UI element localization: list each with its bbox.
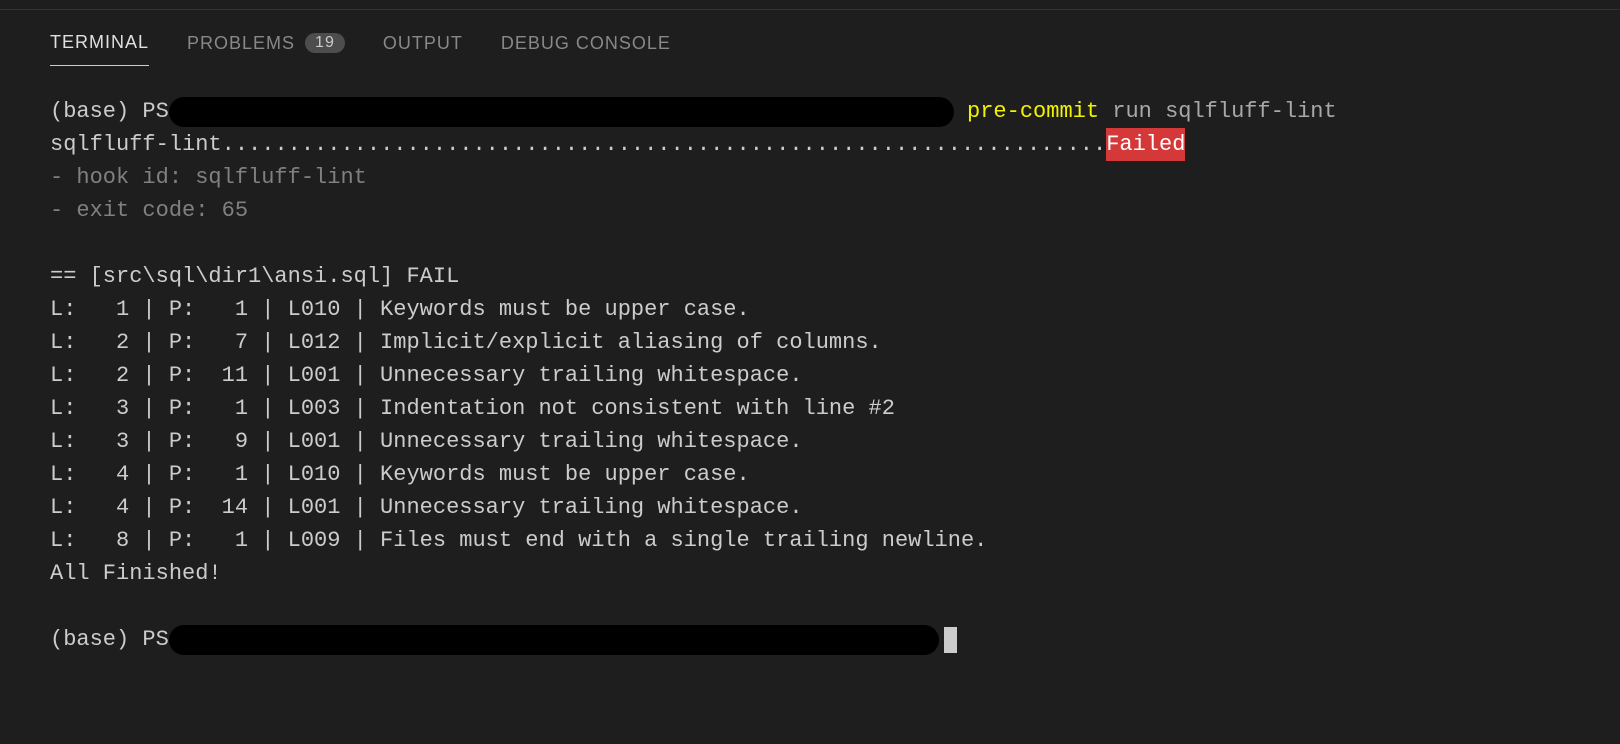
lint-error-line: L: 8 | P: 1 | L009 | Files must end with…	[50, 524, 1570, 557]
command-subcommand: run	[1099, 95, 1152, 128]
tab-problems[interactable]: PROBLEMS 19	[187, 33, 345, 66]
prompt-prefix: (base) PS	[50, 623, 169, 656]
lint-error-line: L: 2 | P: 7 | L012 | Implicit/explicit a…	[50, 326, 1570, 359]
hook-id-line: - hook id: sqlfluff-lint	[50, 161, 1570, 194]
hook-name: sqlfluff-lint	[50, 128, 222, 161]
prompt-prefix: (base) PS	[50, 95, 169, 128]
status-failed-badge: Failed	[1106, 128, 1185, 161]
panel-tabs: TERMINAL PROBLEMS 19 OUTPUT DEBUG CONSOL…	[0, 10, 1620, 70]
tab-debug-console[interactable]: DEBUG CONSOLE	[501, 33, 671, 66]
blank-line	[50, 227, 1570, 260]
finished-line: All Finished!	[50, 557, 1570, 590]
lint-error-line: L: 3 | P: 1 | L003 | Indentation not con…	[50, 392, 1570, 425]
lint-error-line: L: 1 | P: 1 | L010 | Keywords must be up…	[50, 293, 1570, 326]
blank-line	[50, 590, 1570, 623]
problems-count-badge: 19	[305, 33, 345, 53]
file-header-line: == [src\sql\dir1\ansi.sql] FAIL	[50, 260, 1570, 293]
tab-terminal[interactable]: TERMINAL	[50, 32, 149, 66]
status-dots: ........................................…	[222, 128, 1107, 161]
terminal-cursor	[944, 627, 957, 653]
command-arg: sqlfluff-lint	[1152, 95, 1337, 128]
prompt-line-2: (base) PS	[50, 623, 1570, 656]
command-executable: pre-commit	[954, 95, 1099, 128]
terminal-output[interactable]: (base) PS pre-commit run sqlfluff-lint s…	[0, 70, 1620, 681]
lint-error-line: L: 4 | P: 1 | L010 | Keywords must be up…	[50, 458, 1570, 491]
tab-output[interactable]: OUTPUT	[383, 33, 463, 66]
hook-status-line: sqlfluff-lint ..........................…	[50, 128, 1570, 161]
prompt-line-1: (base) PS pre-commit run sqlfluff-lint	[50, 95, 1570, 128]
panel-top-border	[0, 0, 1620, 10]
redacted-path	[169, 97, 954, 127]
lint-error-line: L: 3 | P: 9 | L001 | Unnecessary trailin…	[50, 425, 1570, 458]
lint-error-line: L: 2 | P: 11 | L001 | Unnecessary traili…	[50, 359, 1570, 392]
redacted-path	[169, 625, 939, 655]
tab-problems-label: PROBLEMS	[187, 33, 295, 54]
lint-error-line: L: 4 | P: 14 | L001 | Unnecessary traili…	[50, 491, 1570, 524]
exit-code-line: - exit code: 65	[50, 194, 1570, 227]
